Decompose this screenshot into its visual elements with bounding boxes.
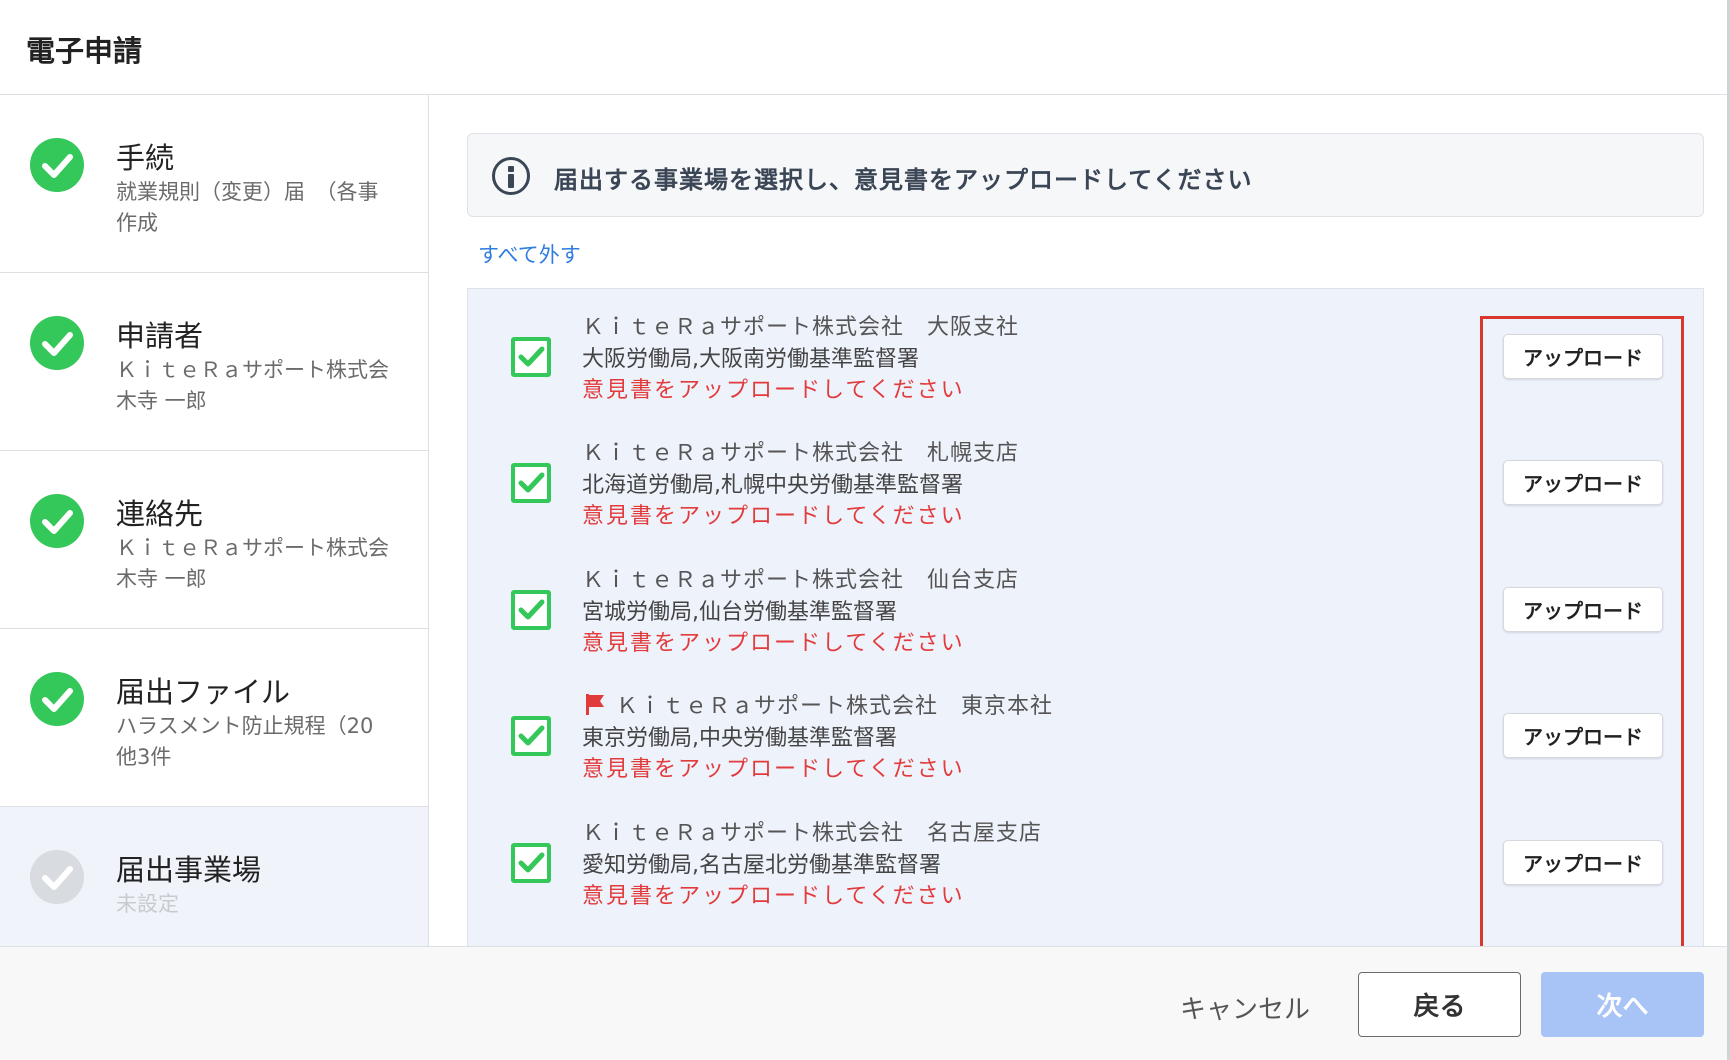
check-circle-icon <box>30 494 84 548</box>
checked-checkbox-icon[interactable] <box>511 337 551 377</box>
step-contact[interactable]: 連絡先 ＫｉｔｅＲａサポート株式会 木寺 一郎 <box>0 451 428 629</box>
office-authority: 東京労働局,中央労働基準監督署 <box>582 726 897 751</box>
step-summary-extra: 木寺 一郎 <box>116 567 207 591</box>
office-company: ＫｉｔｅＲａサポート株式会社 札幌支店 <box>582 435 1019 467</box>
modal-header: 電子申請 <box>0 0 1730 95</box>
step-title: 連絡先 <box>116 497 204 531</box>
upload-button[interactable]: アップロード <box>1503 460 1663 505</box>
office-authority: 北海道労働局,札幌中央労働基準監督署 <box>582 473 963 498</box>
check-circle-icon <box>30 672 84 726</box>
step-sidebar: 手続 就業規則（変更）届 （各事 作成 申請者 ＫｉｔｅＲａサポート株式会 木寺… <box>0 95 429 946</box>
step-summary-extra: 他3件 <box>116 745 172 769</box>
office-row: ＫｉｔｅＲａサポート株式会社 仙台支店 宮城労働局,仙台労働基準監督署 意見書を… <box>468 542 1705 682</box>
company-name: ＫｉｔｅＲａサポート株式会社 名古屋支店 <box>582 821 1043 846</box>
office-company: ＫｉｔｅＲａサポート株式会社 大阪支社 <box>582 309 1019 341</box>
office-company: ＫｉｔｅＲａサポート株式会社 仙台支店 <box>582 562 1019 594</box>
company-name: ＫｉｔｅＲａサポート株式会社 札幌支店 <box>582 441 1020 466</box>
office-row: ＫｉｔｅＲａサポート株式会社 東京本社 東京労働局,中央労働基準監督署 意見書を… <box>468 668 1705 808</box>
upload-warning: 意見書をアップロードしてください <box>582 504 965 529</box>
office-row: ＫｉｔｅＲａサポート株式会社 大阪支社 大阪労働局,大阪南労働基準監督署 意見書… <box>468 289 1705 429</box>
office-list: ＫｉｔｅＲａサポート株式会社 大阪支社 大阪労働局,大阪南労働基準監督署 意見書… <box>467 288 1704 946</box>
office-row: ＫｉｔｅＲａサポート株式会社 名古屋支店 愛知労働局,名古屋北労働基準監督署 意… <box>468 795 1705 935</box>
office-row: ＫｉｔｅＲａサポート株式会社 札幌支店 北海道労働局,札幌中央労働基準監督署 意… <box>468 415 1705 555</box>
step-title: 申請者 <box>116 319 204 353</box>
company-name: ＫｉｔｅＲａサポート株式会社 大阪支社 <box>582 315 1020 340</box>
step-summary: ハラスメント防止規程（20 <box>116 714 374 738</box>
office-company: ＫｉｔｅＲａサポート株式会社 東京本社 <box>582 688 1053 720</box>
step-title: 届出ファイル <box>116 675 291 709</box>
back-button[interactable]: 戻る <box>1358 972 1521 1037</box>
step-summary: ＫｉｔｅＲａサポート株式会 <box>116 358 389 382</box>
upload-warning: 意見書をアップロードしてください <box>582 378 965 403</box>
modal-title: 電子申請 <box>26 34 143 68</box>
cancel-button[interactable]: キャンセル <box>1160 977 1330 1037</box>
info-icon <box>492 157 530 195</box>
step-applicant[interactable]: 申請者 ＫｉｔｅＲａサポート株式会 木寺 一郎 <box>0 273 428 451</box>
check-circle-icon <box>30 316 84 370</box>
flag-icon <box>586 694 604 715</box>
clear-all-link[interactable]: すべて外す <box>478 239 581 269</box>
modal-footer: キャンセル 戻る 次へ <box>0 946 1727 1060</box>
office-company: ＫｉｔｅＲａサポート株式会社 名古屋支店 <box>582 815 1042 847</box>
checked-checkbox-icon[interactable] <box>511 843 551 883</box>
upload-button[interactable]: アップロード <box>1503 587 1663 632</box>
upload-warning: 意見書をアップロードしてください <box>582 631 965 656</box>
upload-button[interactable]: アップロード <box>1503 840 1663 885</box>
step-summary-extra: 木寺 一郎 <box>116 389 207 413</box>
step-title: 手続 <box>116 141 175 175</box>
office-authority: 大阪労働局,大阪南労働基準監督署 <box>582 347 919 372</box>
checked-checkbox-icon[interactable] <box>511 463 551 503</box>
company-name: ＫｉｔｅＲａサポート株式会社 東京本社 <box>616 694 1054 719</box>
next-button[interactable]: 次へ <box>1541 972 1704 1037</box>
upload-warning: 意見書をアップロードしてください <box>582 884 965 909</box>
step-summary: 未設定 <box>116 892 179 916</box>
check-circle-icon <box>30 138 84 192</box>
step-summary: ＫｉｔｅＲａサポート株式会 <box>116 536 389 560</box>
checked-checkbox-icon[interactable] <box>511 716 551 756</box>
step-procedure[interactable]: 手続 就業規則（変更）届 （各事 作成 <box>0 95 428 273</box>
step-summary-extra: 作成 <box>116 211 158 235</box>
checked-checkbox-icon[interactable] <box>511 590 551 630</box>
step-workplaces[interactable]: 届出事業場 未設定 <box>0 807 428 946</box>
office-authority: 愛知労働局,名古屋北労働基準監督署 <box>582 853 941 878</box>
upload-button[interactable]: アップロード <box>1503 713 1663 758</box>
upload-warning: 意見書をアップロードしてください <box>582 757 965 782</box>
main-panel: 届出する事業場を選択し、意見書をアップロードしてください すべて外す ＫｉｔｅＲ… <box>429 95 1727 946</box>
company-name: ＫｉｔｅＲａサポート株式会社 仙台支店 <box>582 568 1020 593</box>
step-summary: 就業規則（変更）届 （各事 <box>116 180 379 204</box>
step-title: 届出事業場 <box>116 853 262 887</box>
office-authority: 宮城労働局,仙台労働基準監督署 <box>582 600 897 625</box>
info-message: 届出する事業場を選択し、意見書をアップロードしてください <box>554 166 1253 194</box>
info-banner: 届出する事業場を選択し、意見書をアップロードしてください <box>467 133 1704 217</box>
step-files[interactable]: 届出ファイル ハラスメント防止規程（20 他3件 <box>0 629 428 807</box>
upload-button[interactable]: アップロード <box>1503 334 1663 379</box>
check-circle-icon <box>30 850 84 904</box>
